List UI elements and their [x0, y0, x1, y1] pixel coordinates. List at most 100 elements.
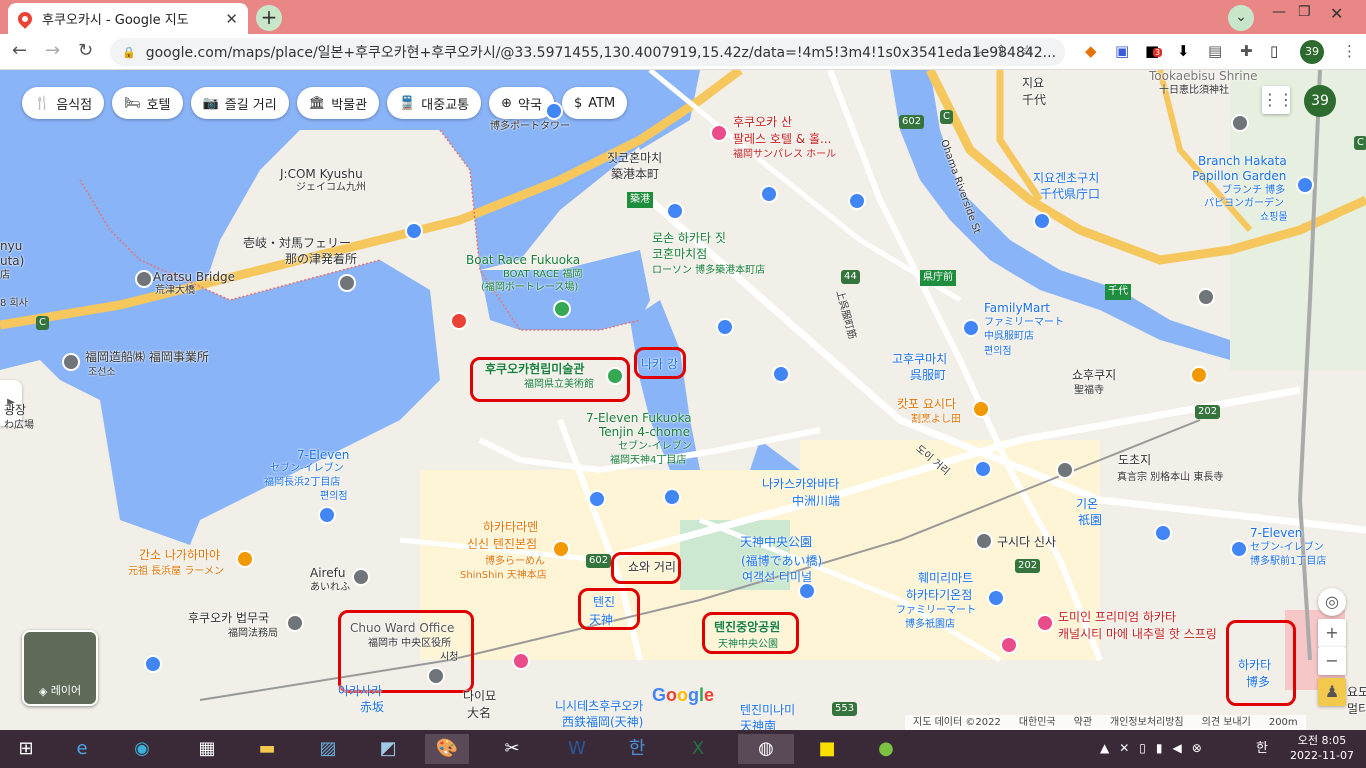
extension-icon[interactable]: ▣: [1115, 42, 1129, 60]
map-label[interactable]: 쇼후쿠지: [1072, 368, 1116, 382]
map-label[interactable]: 도초지: [1118, 453, 1151, 467]
map-label[interactable]: 福岡長浜2丁目店: [264, 476, 340, 490]
map-label[interactable]: あいれふ: [310, 581, 350, 595]
map-label[interactable]: ローソン 博多築港本町店: [652, 264, 765, 278]
map-label[interactable]: J:COM Kyushu: [280, 167, 363, 181]
map-label[interactable]: 壱岐・対馬フェリー: [243, 236, 351, 250]
map-label[interactable]: uta): [0, 254, 24, 268]
map-label[interactable]: 店: [0, 269, 10, 283]
map-label[interactable]: ファミリーマート: [984, 316, 1064, 330]
browser-tab[interactable]: 후쿠오카시 - Google 지도 ✕: [8, 3, 248, 34]
map-label[interactable]: 다이묘: [463, 689, 496, 703]
windows-start-icon[interactable]: ⊞: [4, 734, 48, 764]
map-canvas[interactable]: 🍴 음식점 🛏 호텔 📷 즐길 거리 🏛 박물관 🚆 대중교통 ⊕ 약국 $ ATM ▶ 39…: [0, 70, 1366, 730]
reload-icon[interactable]: ↻: [78, 40, 93, 61]
chip-hotels[interactable]: 🛏 호텔: [112, 87, 183, 119]
map-label[interactable]: 훼미리마트: [918, 571, 973, 585]
map-label[interactable]: わ広場: [4, 419, 34, 433]
map-label[interactable]: (福岡ボートレース場): [481, 281, 578, 295]
map-label[interactable]: 쇼핑몰: [1260, 211, 1288, 225]
map-label[interactable]: ファミリーマート: [896, 604, 976, 618]
restaurant-pin-icon[interactable]: [1190, 366, 1208, 384]
map-label[interactable]: パピヨンガーデン: [1204, 197, 1284, 211]
map-label[interactable]: 7-Eleven Fukuoka: [586, 411, 692, 425]
map-label[interactable]: 후쿠오카 산: [733, 115, 792, 129]
ferry-pin-icon[interactable]: [798, 582, 816, 600]
map-label[interactable]: nyu: [0, 239, 22, 253]
map-label[interactable]: 후쿠오카 법무국: [188, 611, 269, 625]
notes-icon[interactable]: ◩: [366, 734, 410, 764]
map-label[interactable]: 福岡造船㈱ 福岡事業所: [85, 350, 209, 364]
restore-icon[interactable]: ❐: [1298, 4, 1311, 20]
back-arrow-icon[interactable]: ←: [12, 40, 27, 61]
map-label[interactable]: 呉服町: [910, 368, 946, 382]
hotel-pin-icon[interactable]: [512, 652, 530, 670]
map-label[interactable]: 福岡天神4丁目店: [610, 454, 686, 468]
map-label[interactable]: 荒津大橋: [155, 284, 195, 298]
map-label[interactable]: 지요겐초구치: [1033, 171, 1099, 185]
close-tab-icon[interactable]: ✕: [225, 10, 238, 28]
chip-atm[interactable]: $ ATM: [561, 87, 628, 119]
map-label[interactable]: 도미인 프리미엄 하카타: [1058, 610, 1176, 624]
map-label[interactable]: Papillon Garden: [1192, 169, 1286, 183]
word-icon[interactable]: W: [555, 734, 599, 764]
restaurant-pin-icon[interactable]: [972, 400, 990, 418]
map-label[interactable]: ジェイコム九州: [296, 181, 366, 195]
puzzle-icon[interactable]: ✚: [1240, 42, 1253, 60]
chrome-icon[interactable]: ◍: [738, 734, 794, 764]
map-label[interactable]: 博多祇園店: [905, 618, 955, 632]
map-account-avatar[interactable]: 39: [1304, 85, 1336, 117]
place-pin-icon[interactable]: [286, 614, 304, 632]
shop-pin-icon[interactable]: [1154, 524, 1172, 542]
shrine-pin-icon[interactable]: [144, 655, 162, 673]
chip-transit[interactable]: 🚆 대중교통: [387, 87, 482, 119]
chevron-down-icon[interactable]: ⌄: [1228, 5, 1254, 31]
map-label[interactable]: 築港本町: [611, 167, 659, 181]
shrine-pin-icon[interactable]: [1056, 461, 1074, 479]
place-pin-icon[interactable]: [62, 353, 80, 371]
map-label[interactable]: セブン-イレブン: [270, 462, 344, 476]
map-label[interactable]: 편의점: [984, 345, 1012, 359]
map-label[interactable]: 나카스카와바타: [762, 477, 839, 491]
place-pin-icon[interactable]: [352, 568, 370, 586]
metamask-fox-icon[interactable]: ◆: [1085, 42, 1097, 60]
map-label[interactable]: 大名: [467, 706, 491, 720]
shop-pin-icon[interactable]: [1230, 540, 1248, 558]
map-label[interactable]: 조선소: [88, 366, 116, 380]
control-panel-icon[interactable]: ▦: [185, 734, 229, 764]
map-label[interactable]: 赤坂: [360, 700, 384, 714]
minimize-icon[interactable]: —: [1272, 4, 1286, 20]
bus-stop-badge[interactable]: 千代: [1105, 284, 1131, 300]
map-label[interactable]: 西鉄福岡(天神): [562, 715, 643, 729]
close-window-icon[interactable]: ✕: [1330, 4, 1343, 23]
bus-stop-badge[interactable]: 築港: [627, 192, 653, 208]
download-extension-icon[interactable]: ⬇: [1177, 42, 1190, 60]
extension-badge-icon[interactable]: ■3: [1145, 42, 1163, 60]
file-explorer-icon[interactable]: ▬: [245, 734, 289, 764]
map-label[interactable]: 中呉服町店: [984, 330, 1034, 344]
map-label[interactable]: 요도: [1347, 685, 1366, 699]
shrine-pin-icon[interactable]: [975, 532, 993, 550]
map-label[interactable]: 하카타라멘: [483, 520, 538, 534]
line-icon[interactable]: ●: [864, 734, 908, 764]
map-label[interactable]: 千代: [1022, 93, 1046, 107]
map-label[interactable]: 8 회사: [0, 297, 28, 311]
tab-search-icon[interactable]: ▤: [1208, 42, 1222, 60]
shrine-pin-icon[interactable]: [1231, 114, 1249, 132]
shop-pin-icon[interactable]: [588, 490, 606, 508]
map-label[interactable]: 코혼마치점: [652, 247, 707, 261]
scale-bar[interactable]: 200m: [1269, 715, 1298, 730]
chip-restaurants[interactable]: 🍴 음식점: [22, 87, 105, 119]
address-bar-actions[interactable]: ⤓⇪☆: [975, 43, 1047, 59]
map-label[interactable]: 中洲川端: [792, 494, 840, 508]
photos-icon[interactable]: ▨: [306, 734, 350, 764]
map-label[interactable]: 天神中央公園: [740, 535, 812, 549]
map-label[interactable]: 편의점: [320, 490, 348, 504]
shop-pin-icon[interactable]: [772, 365, 790, 383]
pegman-icon[interactable]: ♟: [1318, 678, 1346, 706]
landmark-pin-icon[interactable]: [545, 102, 563, 120]
map-label[interactable]: 여객선 터미널: [742, 570, 812, 584]
red-pin-icon[interactable]: [450, 312, 468, 330]
map-label[interactable]: 아카사카: [338, 684, 382, 698]
map-label[interactable]: 真言宗 別格本山 東長寺: [1117, 471, 1223, 485]
